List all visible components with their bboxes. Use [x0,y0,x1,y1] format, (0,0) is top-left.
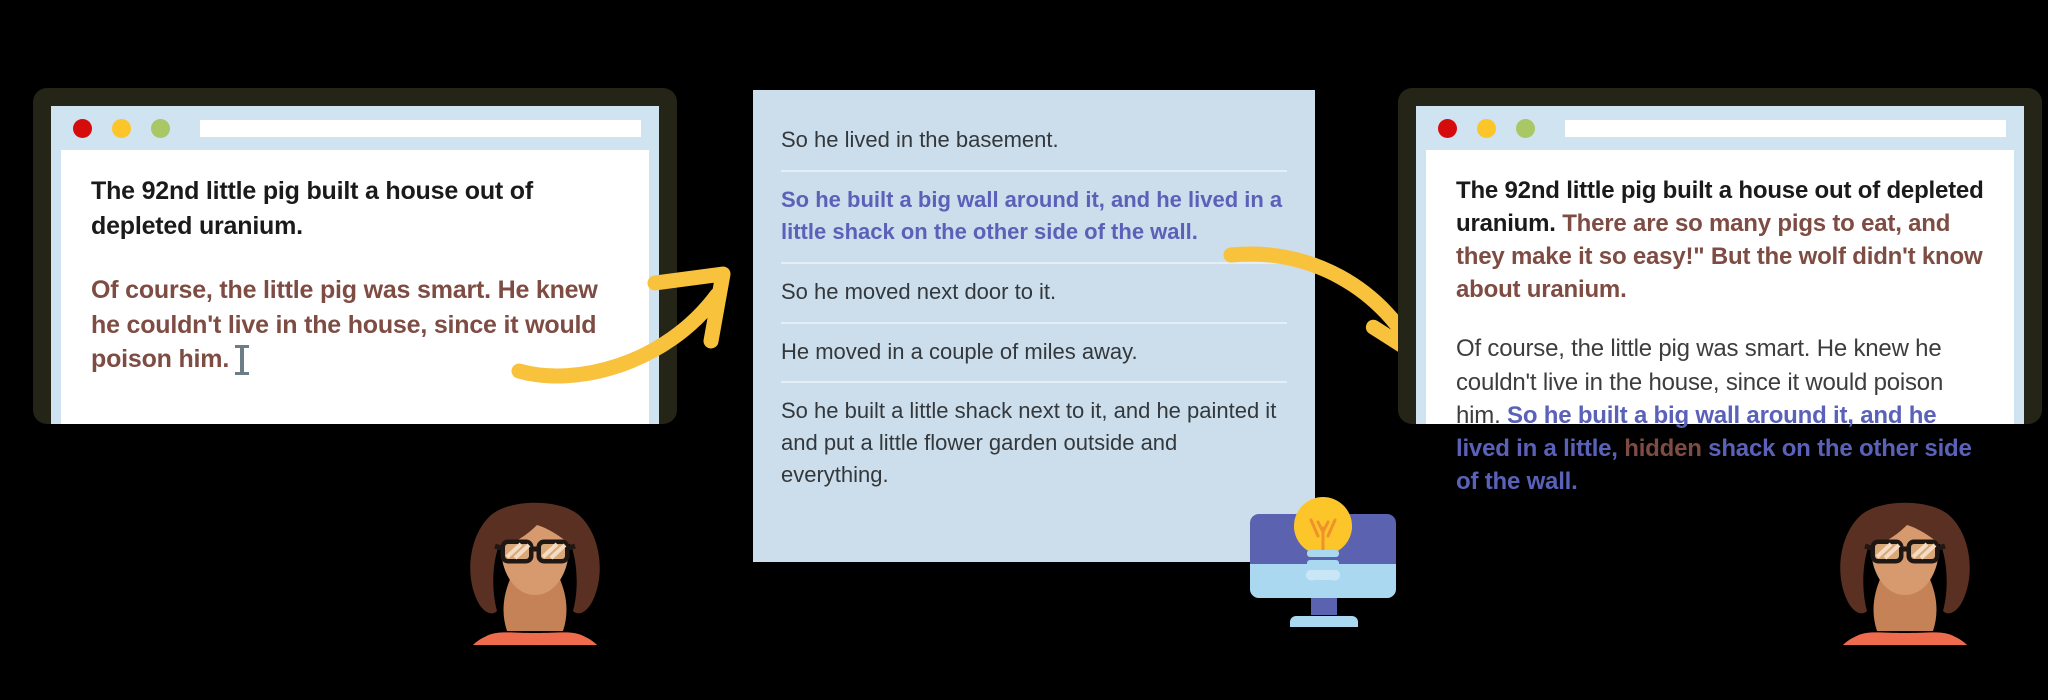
left-body-paragraph: Of course, the little pig was smart. He … [91,273,619,377]
maximize-dot-icon[interactable] [1516,118,1535,138]
left-headline-paragraph: The 92nd little pig built a house out of… [91,177,533,240]
monitor-with-lightbulb-icon [1250,497,1396,627]
left-window-inner: The 92nd little pig built a house out of… [51,106,659,424]
maximize-dot-icon[interactable] [151,118,170,138]
left-document-body[interactable]: The 92nd little pig built a house out of… [61,150,649,424]
suggestion-item[interactable]: So he built a little shack next to it, a… [781,383,1287,505]
right-document-body[interactable]: The 92nd little pig built a house out of… [1426,150,2014,495]
avatar-woman-glasses-icon [1840,502,1970,645]
suggestion-item[interactable]: So he moved next door to it. [781,264,1287,324]
suggestion-item-selected[interactable]: So he built a big wall around it, and he… [781,172,1287,264]
url-input[interactable] [200,119,641,137]
right-window-inner: The 92nd little pig built a house out of… [1416,106,2024,495]
right-browser-window: The 92nd little pig built a house out of… [1398,88,2042,495]
i-beam-text-cursor-icon [235,345,250,375]
url-input[interactable] [1565,119,2006,137]
left-body-text: Of course, the little pig was smart. He … [91,276,598,373]
suggestion-item[interactable]: He moved in a couple of miles away. [781,324,1287,384]
close-dot-icon[interactable] [73,118,92,138]
suggestion-item[interactable]: So he lived in the basement. [781,112,1287,172]
minimize-dot-icon[interactable] [1477,118,1496,138]
suggestion-panel: So he lived in the basement. So he built… [753,90,1315,562]
avatar-woman-glasses-icon [470,502,600,645]
minimize-dot-icon[interactable] [112,118,131,138]
right-titlebar [1426,106,2014,150]
right-headline-paragraph: The 92nd little pig built a house out of… [1456,174,1984,306]
close-dot-icon[interactable] [1438,118,1457,138]
right-body-paragraph: Of course, the little pig was smart. He … [1456,332,1984,498]
right-body-brown: hidden [1624,434,1702,462]
left-browser-window: The 92nd little pig built a house out of… [33,88,677,424]
left-titlebar [61,106,649,150]
